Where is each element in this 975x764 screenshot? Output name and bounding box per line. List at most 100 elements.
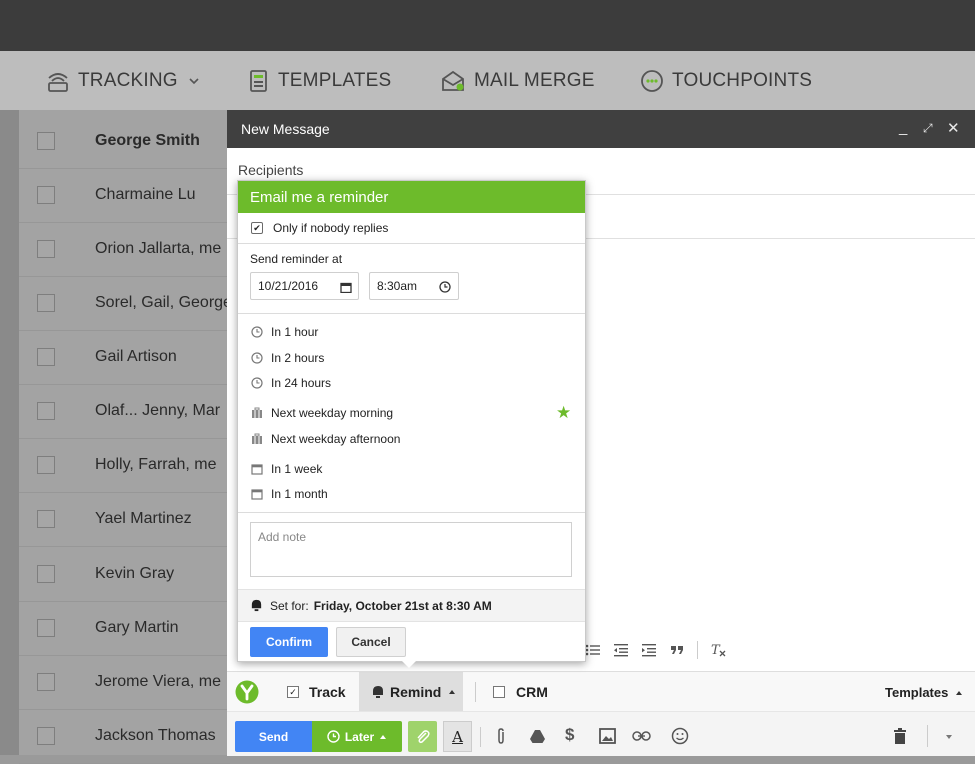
divider (238, 313, 585, 314)
track-label: Track (309, 684, 346, 700)
money-icon[interactable]: $ (565, 725, 574, 745)
add-note-field[interactable]: Add note (250, 522, 572, 577)
option-next-weekday-afternoon[interactable]: Next weekday afternoon (251, 432, 400, 446)
inbox-row[interactable]: Jerome Viera, me (19, 655, 230, 710)
compose-title: New Message (241, 121, 330, 137)
option-next-weekday-morning[interactable]: Next weekday morning (251, 406, 393, 420)
remove-formatting-icon[interactable]: T (710, 642, 728, 658)
nav-templates[interactable]: TEMPLATES (248, 51, 391, 110)
reminder-date-input[interactable]: 10/21/2016 (250, 272, 359, 300)
row-checkbox[interactable] (37, 132, 55, 150)
bulleted-list-icon[interactable] (585, 643, 601, 657)
close-icon[interactable]: ✕ (947, 119, 960, 137)
row-sender: Charmaine Lu (95, 186, 196, 203)
remind-button[interactable]: Remind (359, 672, 463, 712)
row-sender: Jerome Viera, me (95, 673, 221, 690)
inbox-row[interactable]: Orion Jallarta, me (19, 222, 230, 277)
more-options-icon[interactable] (945, 734, 953, 740)
clock-icon[interactable] (439, 281, 451, 293)
cancel-button[interactable]: Cancel (336, 627, 406, 657)
inbox-row[interactable]: Gary Martin (19, 601, 230, 656)
inbox-row[interactable]: Jackson Thomas (19, 709, 230, 764)
crm-toggle[interactable]: CRM (493, 684, 548, 700)
text-format-button[interactable]: A (443, 721, 472, 752)
row-checkbox[interactable] (37, 727, 55, 745)
insert-photo-icon[interactable] (599, 728, 616, 744)
option-in-1-month[interactable]: In 1 month (251, 487, 328, 501)
favorite-star-icon[interactable]: ★ (556, 403, 571, 423)
touchpoints-icon (641, 69, 663, 92)
paperclip-icon (416, 729, 430, 743)
row-checkbox[interactable] (37, 240, 55, 258)
text-format-label: A (452, 727, 463, 746)
row-checkbox[interactable] (37, 510, 55, 528)
inbox-row[interactable]: Charmaine Lu (19, 168, 230, 223)
attachment-icon[interactable] (495, 728, 507, 745)
set-for-summary: Set for: Friday, October 21st at 8:30 AM (238, 589, 585, 622)
nav-touchpoints[interactable]: TOUCHPOINTS (640, 51, 812, 110)
inbox-row[interactable]: Kevin Gray (19, 547, 230, 602)
row-checkbox[interactable] (37, 565, 55, 583)
only-if-no-reply-option[interactable]: ✔ Only if nobody replies (251, 221, 388, 235)
row-checkbox[interactable] (37, 619, 55, 637)
option-label: Next weekday afternoon (271, 432, 401, 446)
send-later-button[interactable]: Later (312, 721, 402, 752)
indent-more-icon[interactable] (641, 643, 657, 657)
option-label: In 1 hour (271, 325, 319, 339)
send-button[interactable]: Send (235, 721, 312, 752)
option-label: In 24 hours (271, 376, 332, 390)
only-if-no-reply-checkbox[interactable]: ✔ (251, 222, 263, 234)
track-checkbox-icon: ✓ (287, 686, 299, 698)
nav-bar: TRACKING TEMPLATES MAIL MERGE TOUCHPOINT… (0, 51, 975, 110)
inbox-row[interactable]: Olaf... Jenny, Mar (19, 384, 230, 439)
templates-dropdown-label: Templates (885, 685, 949, 700)
track-toggle[interactable]: ✓ Track (287, 684, 346, 700)
indent-less-icon[interactable] (613, 643, 629, 657)
attach-snippet-button[interactable] (408, 721, 437, 752)
nav-mail-merge[interactable]: MAIL MERGE (440, 51, 595, 110)
caret-up-icon (380, 734, 387, 739)
templates-dropdown[interactable]: Templates (885, 685, 964, 700)
yesware-toolbar: ✓ Track Remind CRM Templates (227, 671, 975, 712)
option-in-24-hours[interactable]: In 24 hours (251, 376, 331, 390)
row-checkbox[interactable] (37, 673, 55, 691)
inbox-row[interactable]: Holly, Farrah, me (19, 438, 230, 493)
minimize-icon[interactable]: _ (899, 119, 907, 136)
calendar-icon (251, 464, 263, 475)
compose-header: New Message _ ⤢ ✕ (227, 110, 975, 148)
expand-icon[interactable]: ⤢ (923, 121, 933, 136)
row-checkbox[interactable] (37, 402, 55, 420)
nav-tracking[interactable]: TRACKING (46, 51, 208, 110)
drive-icon[interactable] (529, 729, 546, 744)
calendar-icon[interactable] (340, 282, 352, 293)
recipients-field[interactable]: Recipients (238, 162, 303, 178)
trash-icon[interactable] (893, 728, 907, 745)
inbox-row[interactable]: Yael Martinez (19, 492, 230, 547)
row-checkbox[interactable] (37, 186, 55, 204)
toolbar-divider (927, 725, 928, 747)
briefcase-icon (252, 433, 262, 444)
row-checkbox[interactable] (37, 456, 55, 474)
quote-icon[interactable] (669, 643, 685, 657)
row-checkbox[interactable] (37, 348, 55, 366)
inbox-row[interactable]: Gail Artison (19, 330, 230, 385)
link-icon[interactable] (632, 731, 651, 741)
templates-icon (250, 69, 267, 92)
option-in-1-hour[interactable]: In 1 hour (251, 325, 318, 339)
option-in-2-hours[interactable]: In 2 hours (251, 351, 324, 365)
row-checkbox[interactable] (37, 294, 55, 312)
option-in-1-week[interactable]: In 1 week (251, 462, 322, 476)
reminder-popup: Email me a reminder ✔ Only if nobody rep… (237, 180, 586, 662)
emoji-icon[interactable] (671, 727, 689, 745)
confirm-button[interactable]: Confirm (250, 627, 328, 657)
calendar-icon (251, 489, 263, 500)
nav-touchpoints-label: TOUCHPOINTS (672, 69, 813, 91)
inbox-left-edge (0, 110, 19, 755)
reminder-time-input[interactable]: 8:30am (369, 272, 459, 300)
inbox-row[interactable]: Sorel, Gail, George (19, 276, 230, 331)
row-sender: Jackson Thomas (95, 727, 216, 744)
confirm-label: Confirm (266, 635, 312, 649)
top-bar (0, 0, 975, 51)
reminder-time-value: 8:30am (377, 279, 418, 293)
inbox-row[interactable]: George Smith (19, 114, 230, 169)
